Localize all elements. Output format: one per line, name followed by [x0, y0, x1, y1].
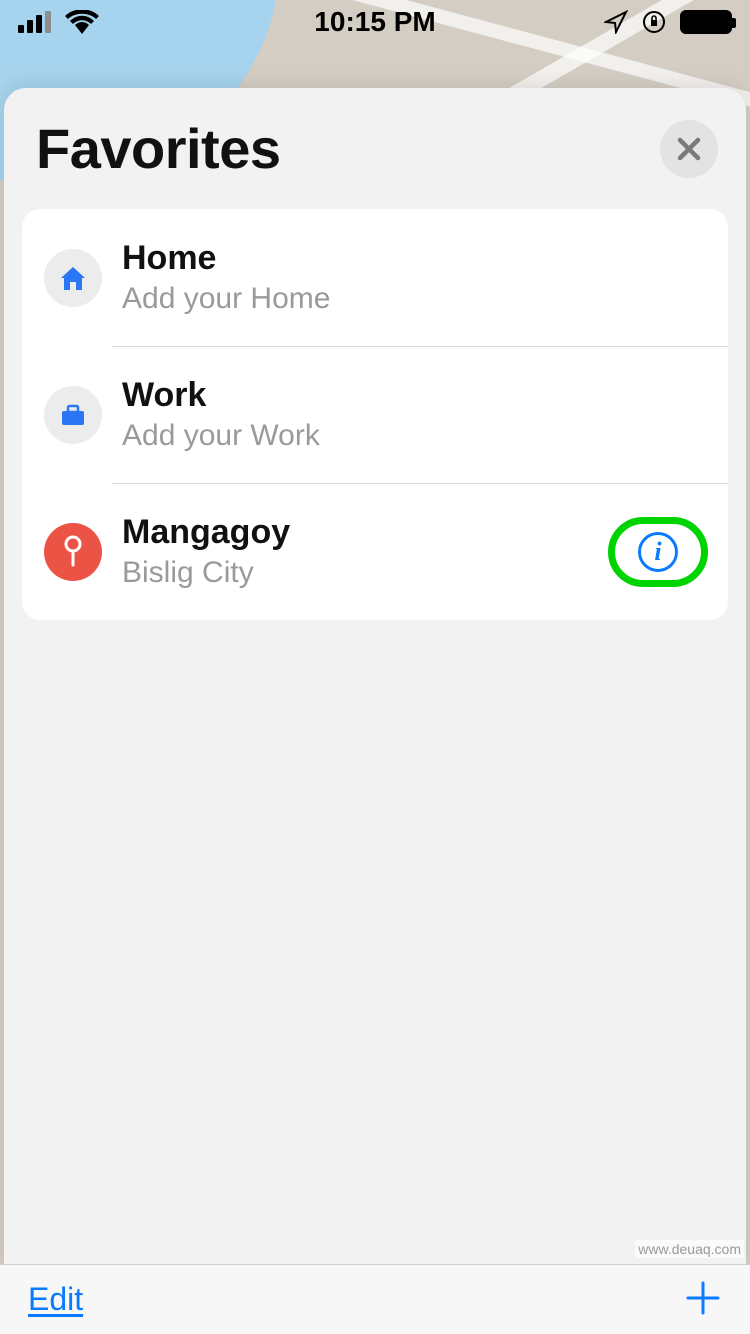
page-title: Favorites	[36, 116, 281, 181]
close-icon	[676, 136, 702, 162]
favorites-sheet: Favorites Home Add your Home Work Add yo…	[4, 88, 746, 1264]
status-right	[604, 10, 732, 34]
favorites-list: Home Add your Home Work Add your Work Ma…	[22, 209, 728, 620]
pin-icon	[44, 523, 102, 581]
edit-button[interactable]: Edit	[28, 1281, 83, 1318]
favorite-title: Home	[122, 239, 708, 278]
wifi-icon	[65, 10, 99, 34]
favorite-title: Mangagoy	[122, 513, 608, 552]
close-button[interactable]	[660, 120, 718, 178]
favorite-row-work[interactable]: Work Add your Work	[22, 346, 728, 483]
favorite-row-mangagoy[interactable]: Mangagoy Bislig City i	[22, 483, 728, 620]
status-time: 10:15 PM	[314, 6, 435, 38]
plus-icon	[684, 1279, 722, 1317]
status-left	[18, 10, 99, 34]
favorite-text: Home Add your Home	[122, 239, 708, 316]
favorite-title: Work	[122, 376, 708, 415]
orientation-lock-icon	[642, 10, 666, 34]
location-arrow-icon	[604, 10, 628, 34]
favorite-text: Work Add your Work	[122, 376, 708, 453]
home-icon	[44, 249, 102, 307]
add-button[interactable]	[684, 1275, 722, 1325]
favorite-subtitle: Add your Work	[122, 419, 708, 453]
bottom-toolbar: Edit	[0, 1264, 750, 1334]
cellular-signal-icon	[18, 11, 51, 33]
battery-icon	[680, 10, 732, 34]
status-bar: 10:15 PM	[0, 0, 750, 44]
watermark: www.deuaq.com	[635, 1240, 744, 1258]
favorite-row-home[interactable]: Home Add your Home	[22, 209, 728, 346]
favorite-subtitle: Bislig City	[122, 556, 608, 590]
info-wrap: i	[608, 532, 708, 572]
favorite-text: Mangagoy Bislig City	[122, 513, 608, 590]
annotation-highlight	[608, 517, 708, 587]
briefcase-icon	[44, 386, 102, 444]
sheet-header: Favorites	[4, 88, 746, 203]
favorite-subtitle: Add your Home	[122, 282, 708, 316]
